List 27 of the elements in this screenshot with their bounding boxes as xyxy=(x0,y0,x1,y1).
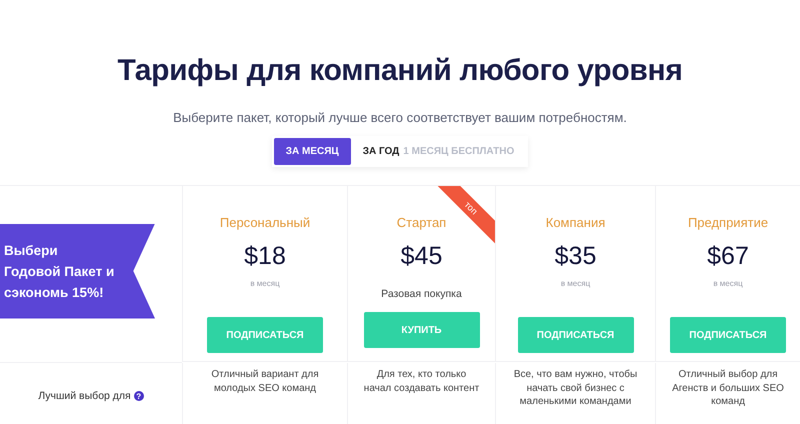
plan-price: $35 xyxy=(554,242,596,271)
page-title: Тарифы для компаний любого уровня xyxy=(117,54,683,88)
plan-price: $18 xyxy=(244,242,286,271)
row-label: Лучший выбор для xyxy=(38,390,131,402)
plan-description: Отличный выбор для Агенств и больших SEO команд xyxy=(671,368,785,408)
plan-name: Предприятие xyxy=(688,215,768,230)
subscribe-button[interactable]: ПОДПИСАТЬСЯ xyxy=(518,317,634,353)
plan-name: Компания xyxy=(546,215,606,230)
plan-period: в месяц xyxy=(560,279,590,288)
promo-banner: Выбери Годовой Пакет и сэкономь 15%! xyxy=(0,224,155,318)
plan-note: Разовая покупка xyxy=(381,288,462,300)
plan-description: Отличный вариант для молодых SEO команд xyxy=(210,368,320,395)
plan-period: в месяц xyxy=(250,279,280,288)
help-icon[interactable]: ? xyxy=(134,391,144,401)
plan-price: $45 xyxy=(400,242,442,271)
plan-description: Для тех, кто только начал создавать контент xyxy=(362,368,480,395)
subscribe-button[interactable]: КУПИТЬ xyxy=(364,312,480,348)
billing-option[interactable]: ЗА ГОД 1 МЕСЯЦ БЕСПЛАТНО xyxy=(350,138,526,165)
plan-price: $67 xyxy=(707,242,749,271)
plan-name: Персональный xyxy=(220,215,310,230)
billing-option[interactable]: ЗА МЕСЯЦ xyxy=(274,138,351,165)
plan-name: Стартап xyxy=(396,215,446,230)
subscribe-button[interactable]: ПОДПИСАТЬСЯ xyxy=(670,317,786,353)
subscribe-button[interactable]: ПОДПИСАТЬСЯ xyxy=(207,317,323,353)
plan-period: в месяц xyxy=(713,279,743,288)
plan-description: Все, что вам нужно, чтобы начать свой бизнес с маленькими командами xyxy=(512,368,638,408)
page-subtitle: Выберите пакет, который лучше всего соответствует вашим потребностям. xyxy=(173,110,627,125)
